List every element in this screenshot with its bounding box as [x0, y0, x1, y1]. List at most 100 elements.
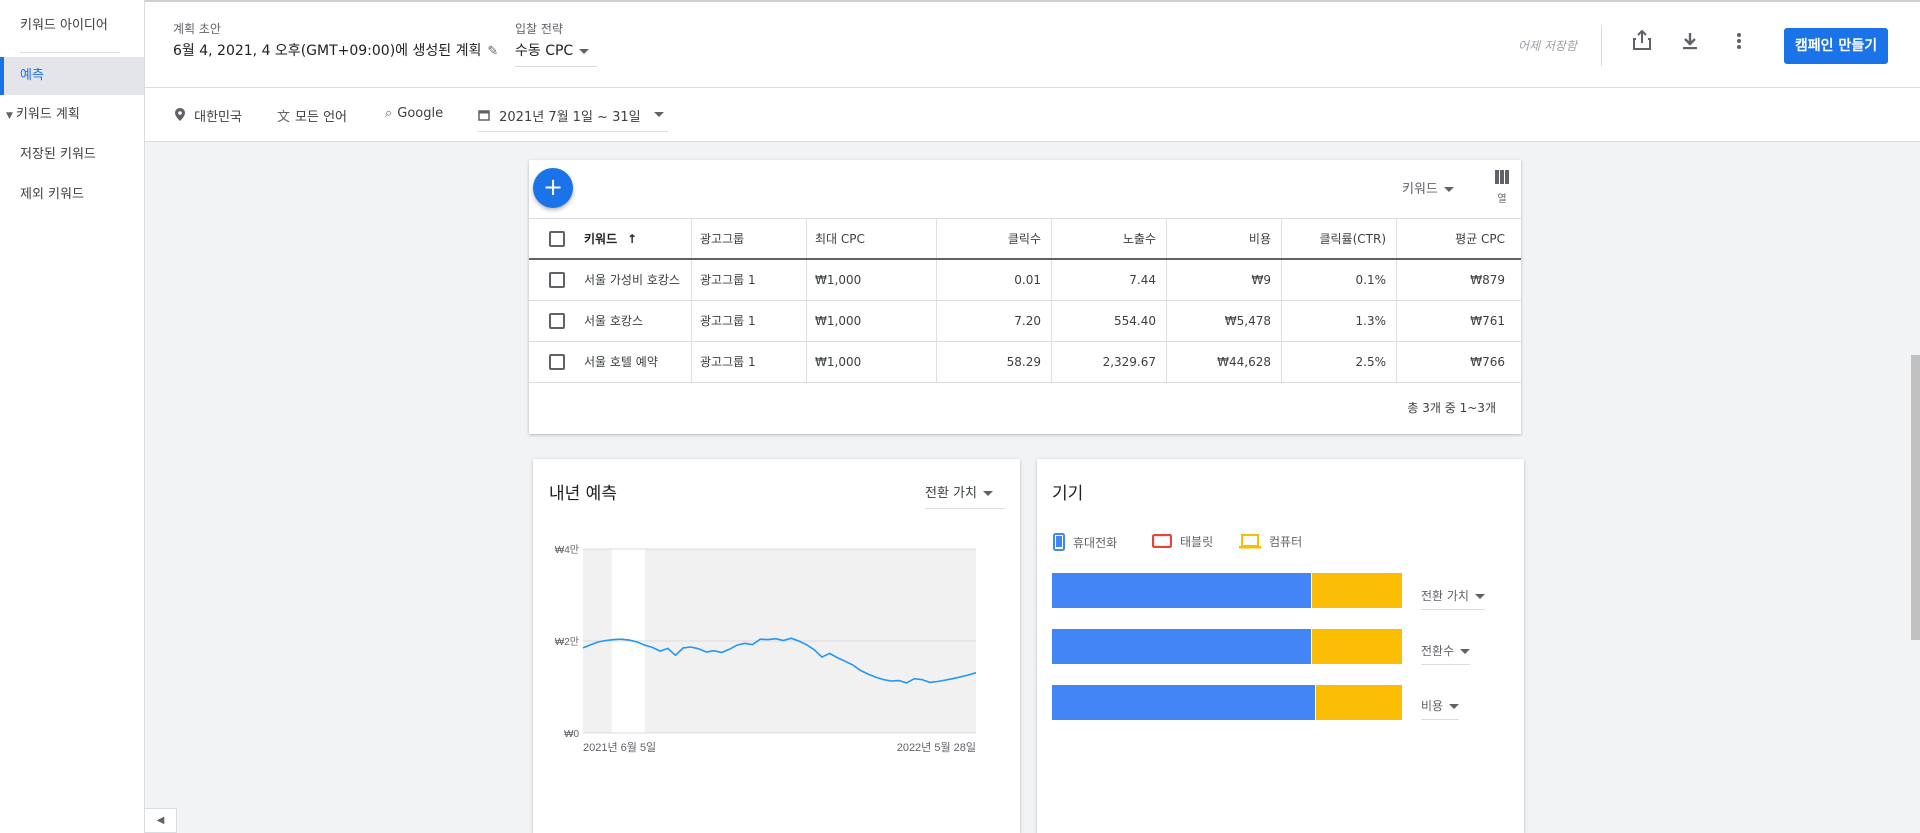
language-filter[interactable]: 文 모든 언어	[277, 106, 347, 125]
plan-name[interactable]: 6월 4, 2021, 4 오후(GMT+09:00)에 생성된 계획 ✎	[173, 40, 498, 60]
sidebar-item-keyword-plan[interactable]: ▼ 키워드 계획	[0, 96, 144, 134]
dropdown-caret-icon	[982, 491, 993, 496]
ctr-cell: 2.5%	[1282, 342, 1397, 382]
keyword-cell: 서울 호텔 예약	[529, 342, 692, 382]
y-tick-label: ₩0	[564, 729, 579, 740]
device-metric-value: 전환 가치	[1421, 589, 1469, 603]
legend-computer[interactable]: 컴퓨터	[1239, 533, 1302, 552]
header-ad-group[interactable]: 광고그룹	[692, 219, 807, 258]
columns-label: 열	[1497, 194, 1507, 205]
dropdown-caret-icon	[1460, 649, 1471, 654]
saved-status: 어제 저장함	[1518, 39, 1578, 53]
share-icon[interactable]	[1627, 29, 1657, 60]
pagination-text: 총 3개 중 1~3개	[1407, 401, 1496, 415]
device-card: 기기 휴대전화 태블릿 컴퓨터 전환 가치 전환수 비용	[1037, 459, 1524, 833]
device-metric-dropdown-1[interactable]: 전환수	[1421, 642, 1471, 665]
search-network-icon: ⌕	[385, 106, 393, 121]
device-metric-dropdown-2[interactable]: 비용	[1421, 697, 1460, 720]
table-row[interactable]: 서울 호텔 예약 광고그룹 1 ₩1,000 58.29 2,329.67 ₩4…	[529, 342, 1521, 383]
sidebar-item-keyword-ideas[interactable]: 키워드 아이디어	[0, 7, 144, 45]
device-metric-value: 비용	[1421, 699, 1444, 713]
row-checkbox[interactable]	[549, 313, 565, 329]
header-divider	[1601, 26, 1602, 66]
clicks-cell: 7.20	[937, 301, 1052, 341]
max-cpc-cell[interactable]: ₩1,000	[807, 260, 937, 300]
max-cpc-cell[interactable]: ₩1,000	[807, 342, 937, 382]
legend-mobile[interactable]: 휴대전화	[1053, 533, 1117, 554]
add-keyword-button[interactable]: +	[533, 168, 573, 208]
table-row[interactable]: 서울 호캉스 광고그룹 1 ₩1,000 7.20 554.40 ₩5,478 …	[529, 301, 1521, 342]
forecast-metric-dropdown[interactable]: 전환 가치	[925, 482, 1005, 509]
max-cpc-cell[interactable]: ₩1,000	[807, 301, 937, 341]
header-keyword[interactable]: 키워드	[584, 219, 617, 258]
translate-icon: 文	[277, 110, 291, 125]
download-icon[interactable]	[1675, 30, 1705, 60]
keyword-text: 서울 호텔 예약	[584, 355, 658, 369]
forecast-card: 내년 예측 전환 가치 ₩4만 ₩2만 ₩0 2021년 6월 5일 2022년 5월 …	[533, 459, 1020, 833]
dropdown-caret-icon	[1449, 704, 1460, 709]
row-checkbox[interactable]	[549, 272, 565, 288]
avg-cpc-cell: ₩766	[1470, 355, 1505, 369]
plan-header: 계획 초안 6월 4, 2021, 4 오후(GMT+09:00)에 생성된 계…	[145, 0, 1920, 88]
plus-icon: +	[542, 173, 564, 201]
forecast-title: 내년 예측	[549, 484, 617, 504]
collapse-sidebar-button[interactable]: ◀	[145, 808, 177, 833]
header-impressions[interactable]: 노출수	[1052, 219, 1167, 258]
location-filter[interactable]: 대한민국	[175, 106, 242, 125]
sidebar-item-negative-keywords[interactable]: 제외 키워드	[0, 176, 144, 214]
cost-cell: ₩5,478	[1167, 301, 1282, 341]
avg-cpc-cell: ₩761	[1470, 314, 1505, 328]
ad-group-cell[interactable]: 광고그룹 1	[692, 342, 807, 382]
sidebar-item-label: 키워드 계획	[15, 107, 80, 122]
computer-bar	[1312, 629, 1402, 664]
select-all-checkbox[interactable]	[549, 231, 565, 247]
sort-arrow-icon[interactable]: ↑	[627, 219, 637, 258]
page-scrollbar[interactable]	[1911, 355, 1920, 640]
mobile-bar	[1052, 629, 1311, 664]
table-row[interactable]: 서울 가성비 호캉스 광고그룹 1 ₩1,000 0.01 7.44 ₩9 0.…	[529, 260, 1521, 301]
keyword-cell: 서울 호캉스	[529, 301, 692, 341]
more-vert-icon[interactable]	[1724, 30, 1754, 60]
columns-button[interactable]: 열	[1489, 170, 1515, 205]
ad-group-cell[interactable]: 광고그룹 1	[692, 301, 807, 341]
mobile-icon	[1053, 533, 1065, 554]
sidebar-item-forecast[interactable]: 예측	[0, 57, 144, 95]
bid-strategy-label: 입찰 전략	[515, 22, 563, 36]
row-checkbox[interactable]	[549, 354, 565, 370]
keyword-text: 서울 가성비 호캉스	[584, 273, 680, 287]
location-pin-icon	[175, 108, 189, 125]
create-campaign-button[interactable]: 캠페인 만들기	[1784, 28, 1888, 64]
x-tick-label: 2022년 5월 28일	[897, 740, 976, 754]
device-metric-dropdown-0[interactable]: 전환 가치	[1421, 587, 1485, 610]
network-filter[interactable]: ⌕ Google	[385, 106, 443, 121]
header-clicks[interactable]: 클릭수	[937, 219, 1052, 258]
header-ctr[interactable]: 클릭률(CTR)	[1282, 219, 1397, 258]
bid-strategy-dropdown[interactable]: 수동 CPC	[515, 40, 597, 67]
device-metric-value: 전환수	[1421, 644, 1455, 658]
keyword-view-dropdown[interactable]: 키워드	[1402, 178, 1454, 197]
impressions-cell: 554.40	[1052, 301, 1167, 341]
impressions-cell: 2,329.67	[1052, 342, 1167, 382]
forecast-line-chart: ₩4만 ₩2만 ₩0 2021년 6월 5일 2022년 5월 28일	[555, 544, 977, 754]
language-value: 모든 언어	[295, 110, 347, 125]
legend-tablet[interactable]: 태블릿	[1151, 533, 1214, 551]
sidebar: 키워드 아이디어 예측 ▼ 키워드 계획 저장된 키워드 제외 키워드	[0, 0, 145, 833]
sidebar-item-saved-keywords[interactable]: 저장된 키워드	[0, 136, 144, 174]
legend-mobile-label: 휴대전화	[1073, 536, 1118, 550]
header-avg-cpc[interactable]: 평균 CPC	[1397, 219, 1521, 258]
dropdown-caret-icon	[1443, 187, 1454, 192]
bid-strategy-value: 수동 CPC	[515, 43, 574, 59]
header-keyword-cell[interactable]: 키워드 ↑	[529, 219, 692, 258]
legend-tablet-label: 태블릿	[1180, 535, 1214, 549]
laptop-icon	[1239, 533, 1261, 552]
x-tick-label: 2021년 6월 5일	[583, 740, 656, 754]
calendar-icon	[478, 110, 494, 125]
ad-group-cell[interactable]: 광고그룹 1	[692, 260, 807, 300]
header-max-cpc[interactable]: 최대 CPC	[807, 219, 937, 258]
edit-pencil-icon[interactable]: ✎	[487, 44, 498, 59]
plan-name-text: 6월 4, 2021, 4 오후(GMT+09:00)에 생성된 계획	[173, 43, 482, 59]
cost-cell: ₩9	[1167, 260, 1282, 300]
clicks-cell: 0.01	[937, 260, 1052, 300]
date-range-filter[interactable]: 2021년 7월 1일 ~ 31일	[478, 106, 668, 132]
header-cost[interactable]: 비용	[1167, 219, 1282, 258]
